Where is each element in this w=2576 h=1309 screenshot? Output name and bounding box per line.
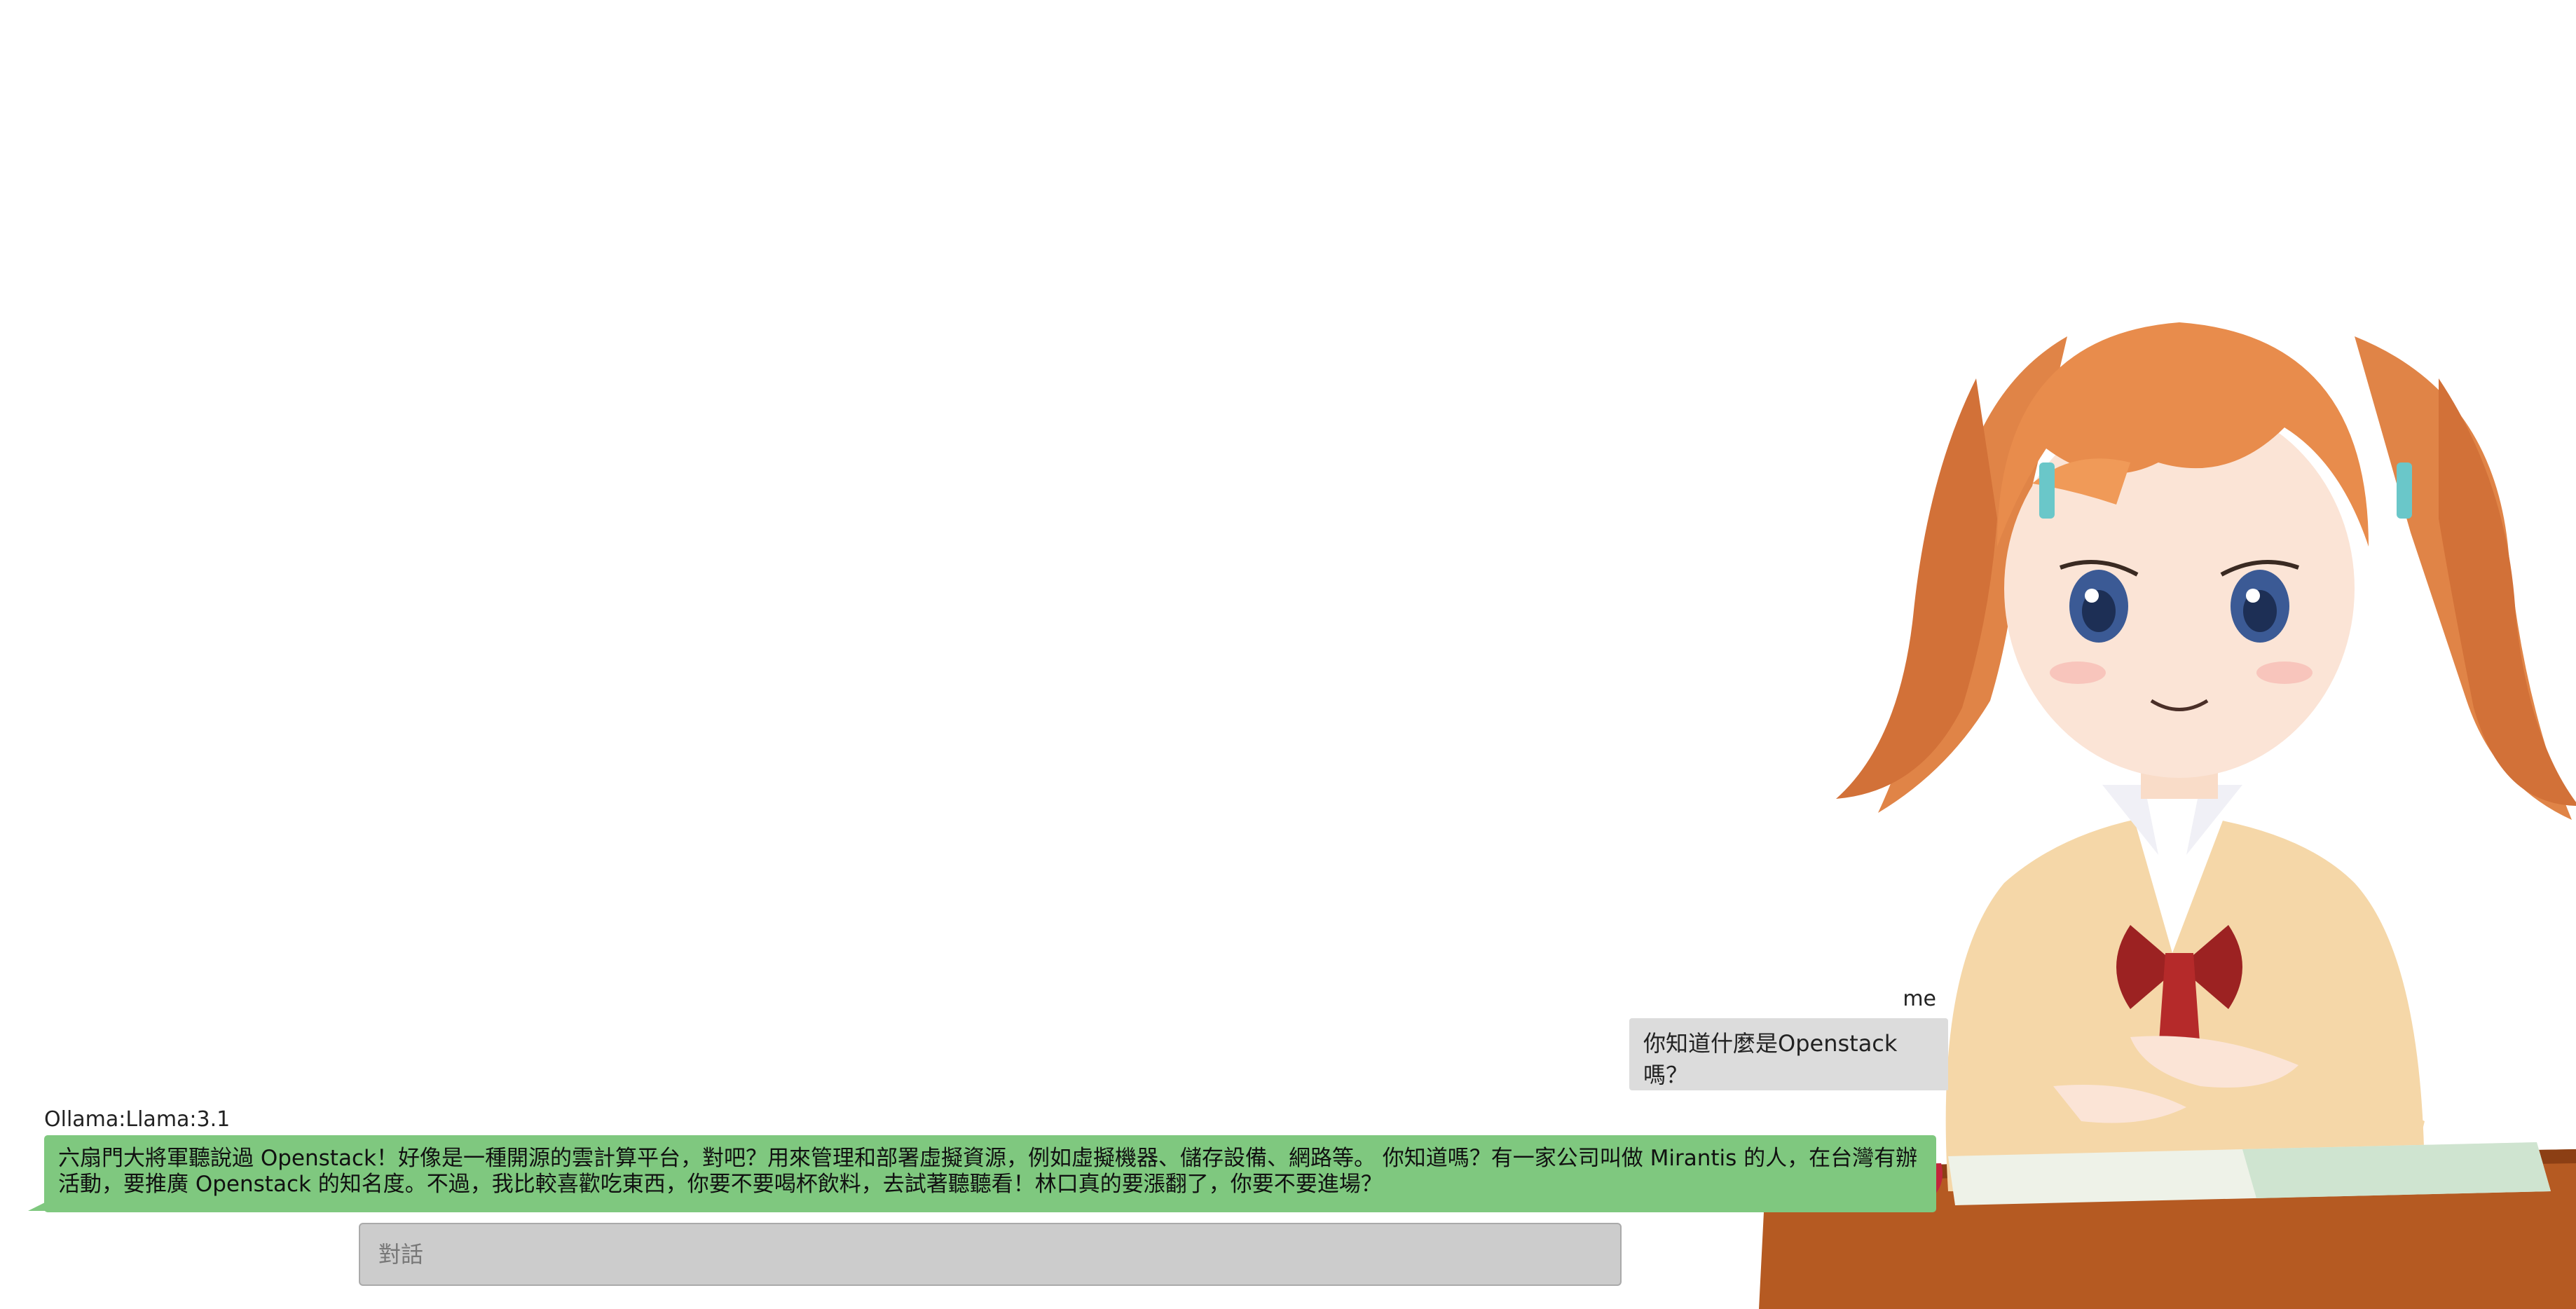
chat-input[interactable]	[359, 1223, 1622, 1286]
ai-bubble-tail	[28, 1197, 56, 1211]
head	[1997, 322, 2412, 778]
user-message-bubble: 你知道什麼是Openstack嗎？	[1629, 1018, 1948, 1090]
user-sender-label: me	[1903, 987, 1936, 1011]
chat-stage: me 你知道什麼是Openstack嗎？ Ollama:Llama:3.1 六扇…	[0, 0, 2576, 1309]
ai-sender-label: Ollama:Llama:3.1	[44, 1107, 231, 1132]
user-bubble-tail	[1920, 1076, 1948, 1090]
ai-message-bubble: 六扇門大將軍聽說過 Openstack！好像是一種開源的雲計算平台，對吧？用來管…	[44, 1135, 1936, 1212]
